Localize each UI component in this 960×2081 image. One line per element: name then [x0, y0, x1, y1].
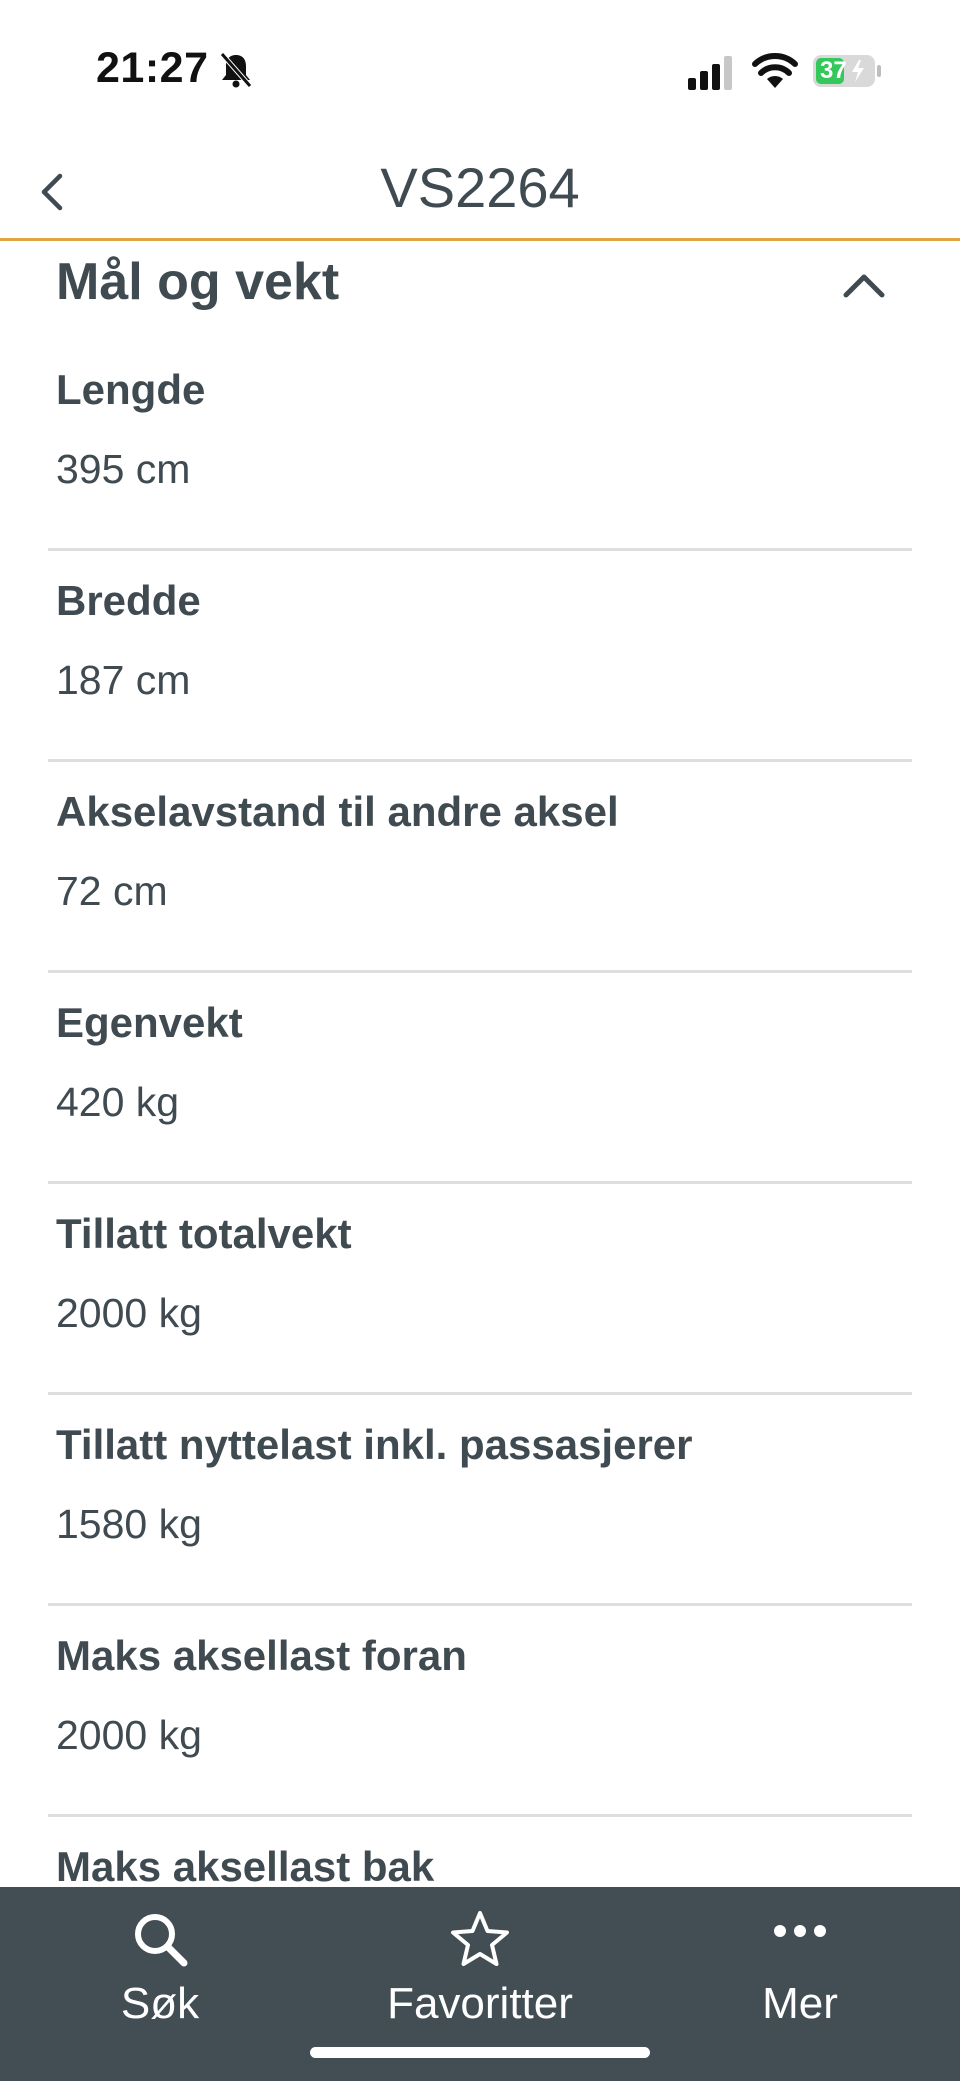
list-item-maks-aksellast-foran: Maks aksellast foran 2000 kg	[0, 1606, 960, 1817]
header-divider	[0, 238, 960, 241]
list-item-tillatt-totalvekt: Tillatt totalvekt 2000 kg	[0, 1184, 960, 1395]
list-item-tillatt-nyttelast: Tillatt nyttelast inkl. passasjerer 1580…	[0, 1395, 960, 1606]
list-item-akselavstand: Akselavstand til andre aksel 72 cm	[0, 762, 960, 973]
search-icon	[135, 1914, 188, 1967]
item-label: Egenvekt	[56, 999, 243, 1046]
details-list: Lengde 395 cm Bredde 187 cm Akselavstand…	[0, 340, 960, 2028]
wifi-icon	[752, 53, 798, 88]
item-label: Tillatt totalvekt	[56, 1210, 352, 1257]
tab-sok[interactable]: Søk	[0, 1887, 320, 2037]
section-toggle-mal-og-vekt[interactable]: Mål og vekt	[0, 244, 960, 328]
cellular-signal-icon	[688, 56, 732, 90]
tab-label: Mer	[762, 1979, 838, 2028]
list-item-lengde: Lengde 395 cm	[0, 340, 960, 551]
item-value: 2000 kg	[56, 1290, 202, 1336]
list-item-egenvekt: Egenvekt 420 kg	[0, 973, 960, 1184]
tab-label: Favoritter	[387, 1979, 573, 2028]
tab-label: Søk	[120, 1979, 200, 2028]
section-title: Mål og vekt	[56, 253, 340, 311]
status-time: 21:27	[96, 44, 209, 92]
item-value: 395 cm	[56, 446, 191, 492]
item-label: Tillatt nyttelast inkl. passasjerer	[56, 1421, 693, 1468]
battery-level: 37	[820, 57, 847, 84]
list-item-bredde: Bredde 187 cm	[0, 551, 960, 762]
item-label: Akselavstand til andre aksel	[56, 788, 619, 835]
status-bar: 21:27 37	[0, 0, 960, 140]
navigation-header: VS2264	[0, 140, 960, 240]
item-value: 187 cm	[56, 657, 191, 703]
item-label: Bredde	[56, 577, 201, 624]
bell-muted-icon	[220, 52, 252, 88]
page-title: VS2264	[380, 156, 580, 219]
item-label: Lengde	[56, 366, 206, 413]
item-value: 72 cm	[56, 868, 168, 914]
item-value: 1580 kg	[56, 1501, 202, 1547]
home-indicator[interactable]	[310, 2047, 650, 2058]
tab-mer[interactable]: Mer	[640, 1887, 960, 2037]
item-value: 420 kg	[56, 1079, 180, 1125]
item-label: Maks aksellast bak	[56, 1843, 435, 1890]
item-value: 2000 kg	[56, 1712, 202, 1758]
star-icon	[451, 1911, 509, 1966]
tab-favoritter[interactable]: Favoritter	[320, 1887, 640, 2037]
item-label: Maks aksellast foran	[56, 1632, 467, 1679]
more-icon	[774, 1925, 826, 1937]
chevron-up-icon	[843, 274, 885, 298]
